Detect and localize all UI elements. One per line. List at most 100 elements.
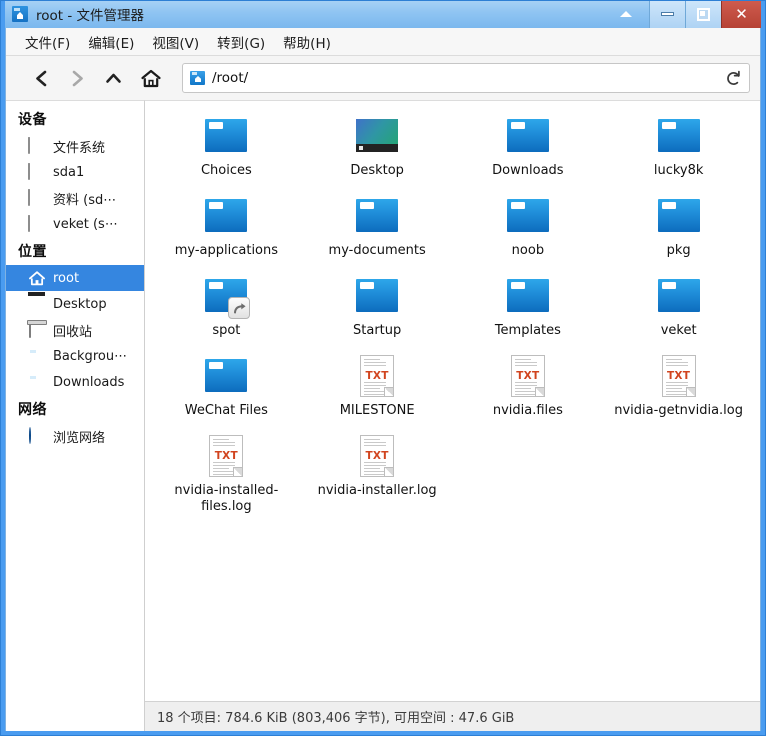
sidebar-item-filesystem[interactable]: 文件系统: [6, 133, 144, 159]
folder-icon: [506, 199, 549, 232]
file-item[interactable]: TXT nvidia-installer.log: [302, 431, 453, 515]
menu-edit[interactable]: 编辑(E): [79, 29, 143, 55]
monitor-icon: [28, 296, 46, 312]
file-item[interactable]: Startup: [302, 271, 453, 339]
file-item-label: pkg: [666, 243, 691, 258]
folder-icon-wrap: [506, 115, 550, 157]
page-fold: [534, 387, 544, 396]
text-file-icon-wrap: TXT: [204, 435, 248, 477]
file-item[interactable]: TXT nvidia-installed-files.log: [151, 431, 302, 515]
file-item[interactable]: pkg: [603, 191, 754, 259]
folder-icon: [506, 119, 549, 152]
file-item-label: Desktop: [350, 163, 404, 178]
sidebar-item-trash[interactable]: 回收站: [6, 317, 144, 343]
page-fold: [384, 467, 394, 476]
file-item[interactable]: WeChat Files: [151, 351, 302, 419]
back-button[interactable]: [24, 62, 58, 94]
file-item-label: nvidia-installed-files.log: [174, 483, 279, 514]
sidebar: 设备 文件系统 sda1 资料 (sd⋯ veket (s⋯ 位置 root D…: [6, 100, 145, 731]
menu-help[interactable]: 帮助(H): [274, 29, 340, 55]
text-file-icon: TXT: [510, 355, 545, 397]
file-item[interactable]: my-applications: [151, 191, 302, 259]
monitor-icon: [356, 119, 399, 152]
window-title: root - 文件管理器: [36, 8, 145, 24]
file-item[interactable]: TXT MILESTONE: [302, 351, 453, 419]
icon-grid: Choices Desktop Downloads lucky8k my-applica…: [151, 111, 754, 515]
sidebar-item-label: 文件系统: [53, 140, 106, 156]
file-item[interactable]: spot: [151, 271, 302, 339]
sidebar-item-label: veket (s⋯: [53, 216, 118, 232]
text-file-icon-wrap: TXT: [657, 355, 701, 397]
home-button[interactable]: [132, 62, 170, 94]
sidebar-item-desktop[interactable]: Desktop: [6, 291, 144, 317]
folder-icon-wrap: [506, 195, 550, 237]
sidebar-item-root[interactable]: root: [6, 265, 144, 291]
sidebar-item-ziliao[interactable]: 资料 (sd⋯: [6, 185, 144, 211]
txt-label: TXT: [365, 370, 389, 382]
file-item[interactable]: TXT nvidia.files: [453, 351, 604, 419]
file-item[interactable]: noob: [453, 191, 604, 259]
sidebar-item-label: 浏览网络: [53, 430, 106, 446]
file-item[interactable]: Choices: [151, 111, 302, 179]
folder-icon: [657, 199, 700, 232]
sidebar-item-label: sda1: [53, 164, 85, 180]
file-item-label: Startup: [353, 323, 402, 338]
sidebar-item-label: Backgrou⋯: [53, 348, 128, 364]
folder-icon: [205, 199, 248, 232]
file-item[interactable]: TXT nvidia-getnvidia.log: [603, 351, 754, 419]
sidebar-item-browse-network[interactable]: 浏览网络: [6, 423, 144, 449]
file-item-label: WeChat Files: [184, 403, 268, 418]
up-button[interactable]: [96, 62, 130, 94]
file-item-label: lucky8k: [653, 163, 704, 178]
menu-go[interactable]: 转到(G): [208, 29, 274, 55]
file-item-label: nvidia-installer.log: [317, 483, 437, 498]
folder-icon-wrap: [657, 115, 701, 157]
file-item[interactable]: veket: [603, 271, 754, 339]
file-item[interactable]: Desktop: [302, 111, 453, 179]
sidebar-item-veket[interactable]: veket (s⋯: [6, 211, 144, 237]
body: 设备 文件系统 sda1 资料 (sd⋯ veket (s⋯ 位置 root D…: [6, 100, 760, 731]
file-view[interactable]: Choices Desktop Downloads lucky8k my-applica…: [145, 100, 760, 701]
minimize-icon: [661, 12, 674, 16]
folder-icon-wrap: [506, 275, 550, 317]
shade-button[interactable]: [603, 0, 649, 28]
title-bar[interactable]: root - 文件管理器 ✕: [5, 0, 761, 28]
folder-icon: [506, 279, 549, 312]
folder-icon: [28, 348, 46, 364]
text-file-icon-wrap: TXT: [506, 355, 550, 397]
file-item-label: Templates: [494, 323, 561, 338]
menu-view[interactable]: 视图(V): [143, 29, 208, 55]
text-file-icon-wrap: TXT: [355, 435, 399, 477]
file-item[interactable]: lucky8k: [603, 111, 754, 179]
path-bar[interactable]: /root/: [182, 63, 750, 93]
file-item-label: spot: [212, 323, 241, 338]
menu-file[interactable]: 文件(F): [16, 29, 79, 55]
text-file-icon: TXT: [360, 355, 395, 397]
file-item[interactable]: my-documents: [302, 191, 453, 259]
drive-icon: [28, 137, 46, 154]
close-button[interactable]: ✕: [721, 0, 761, 28]
maximize-button[interactable]: [685, 0, 721, 28]
window-icon: [12, 6, 28, 22]
reload-button[interactable]: [723, 68, 743, 88]
sidebar-item-downloads[interactable]: Downloads: [6, 369, 144, 395]
status-bar: 18 个项目: 784.6 KiB (803,406 字节), 可用空间 : 4…: [145, 701, 760, 731]
folder-icon-wrap: [204, 195, 248, 237]
path-home-folder-icon: [190, 71, 205, 85]
text-file-icon: TXT: [209, 435, 244, 477]
file-item-label: noob: [511, 243, 545, 258]
txt-label: TXT: [516, 370, 540, 382]
drive-icon: [28, 215, 46, 232]
file-item[interactable]: Templates: [453, 271, 604, 339]
globe-icon: [28, 427, 46, 444]
file-item[interactable]: Downloads: [453, 111, 604, 179]
sidebar-item-sda1[interactable]: sda1: [6, 159, 144, 185]
minimize-button[interactable]: [649, 0, 685, 28]
forward-button[interactable]: [60, 62, 94, 94]
file-pane: Choices Desktop Downloads lucky8k my-applica…: [145, 100, 760, 731]
sidebar-item-backgrounds[interactable]: Backgrou⋯: [6, 343, 144, 369]
file-item-label: my-documents: [328, 243, 426, 258]
path-input[interactable]: /root/: [212, 70, 723, 86]
monitor-icon-wrap: [355, 115, 399, 157]
maximize-icon: [697, 7, 710, 21]
